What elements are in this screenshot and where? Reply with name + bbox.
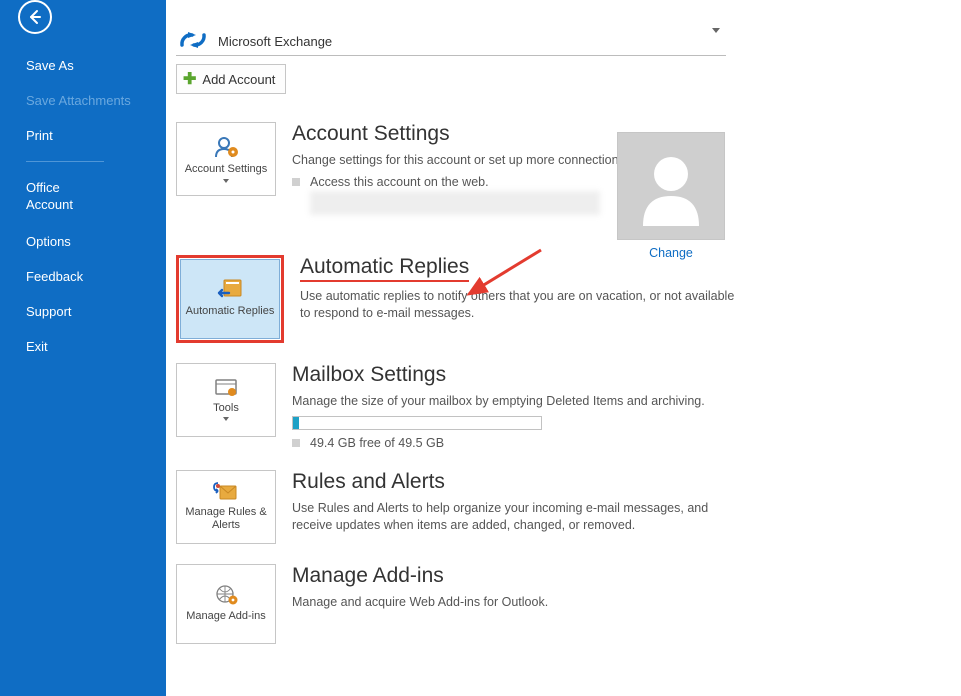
account-picture: Change [617,132,725,260]
sidebar-item-options[interactable]: Options [0,224,166,259]
exchange-icon [176,29,212,53]
automatic-replies-icon [217,279,243,301]
automatic-replies-subtitle: Use automatic replies to notify others t… [300,288,740,322]
tools-icon [213,378,239,398]
add-account-label: Add Account [202,72,275,87]
mailbox-quota-text: 49.4 GB free of 49.5 GB [292,436,732,450]
account-settings-button[interactable]: Account Settings [176,122,276,196]
manage-addins-button[interactable]: Manage Add-ins [176,564,276,644]
automatic-replies-button[interactable]: Automatic Replies [180,259,280,339]
backstage-sidebar: Save As Save Attachments Print Office Ac… [0,0,166,696]
mailbox-quota-bar [292,416,542,430]
redacted-url [310,191,600,215]
tile-label: Automatic Replies [186,305,275,318]
sidebar-divider [26,161,104,162]
bullet-icon [292,439,300,447]
account-settings-icon [212,135,240,159]
sidebar-item-save-as[interactable]: Save As [0,48,166,83]
sidebar-item-exit[interactable]: Exit [0,329,166,364]
sidebar-item-support[interactable]: Support [0,294,166,329]
account-selector-label: Microsoft Exchange [218,30,726,55]
manage-addins-subtitle: Manage and acquire Web Add-ins for Outlo… [292,594,732,611]
section-account-settings: Account Settings Account Settings Change… [176,122,961,215]
rules-alerts-subtitle: Use Rules and Alerts to help organize yo… [292,500,732,534]
tile-label: Manage Rules & Alerts [181,506,271,532]
tile-label: Tools [213,402,239,415]
avatar [617,132,725,240]
addins-icon [213,584,239,606]
mailbox-settings-title: Mailbox Settings [292,363,732,387]
sidebar-item-feedback[interactable]: Feedback [0,259,166,294]
mailbox-settings-subtitle: Manage the size of your mailbox by empty… [292,393,732,410]
back-button[interactable] [18,0,52,34]
rules-alerts-icon [212,482,240,502]
section-rules-alerts: Manage Rules & Alerts Rules and Alerts U… [176,470,961,544]
tile-label: Account Settings [185,163,268,176]
chevron-down-icon [712,28,720,33]
highlight-box: Automatic Replies [176,255,284,343]
bullet-icon [292,178,300,186]
change-picture-link[interactable]: Change [617,246,725,260]
section-automatic-replies: Automatic Replies Automatic Replies Use … [176,255,961,343]
back-arrow-icon [27,9,43,25]
account-selector[interactable]: Microsoft Exchange [176,30,726,56]
section-manage-addins: Manage Add-ins Manage Add-ins Manage and… [176,564,961,644]
manage-addins-title: Manage Add-ins [292,564,732,588]
bullet-text: Access this account on the web. [310,175,489,189]
section-mailbox-settings: Tools Mailbox Settings Manage the size o… [176,363,961,450]
add-account-button[interactable]: ✚ Add Account [176,64,286,94]
account-info-pane: Microsoft Exchange ✚ Add Account Change … [176,0,961,696]
sidebar-item-office-account[interactable]: Office Account [0,170,166,224]
sidebar-item-print[interactable]: Print [0,118,166,153]
sidebar-item-save-attachments: Save Attachments [0,83,166,118]
person-icon [631,146,711,226]
tools-button[interactable]: Tools [176,363,276,437]
tile-label: Manage Add-ins [186,610,266,623]
plus-icon: ✚ [183,69,196,89]
rules-alerts-title: Rules and Alerts [292,470,732,494]
manage-rules-alerts-button[interactable]: Manage Rules & Alerts [176,470,276,544]
